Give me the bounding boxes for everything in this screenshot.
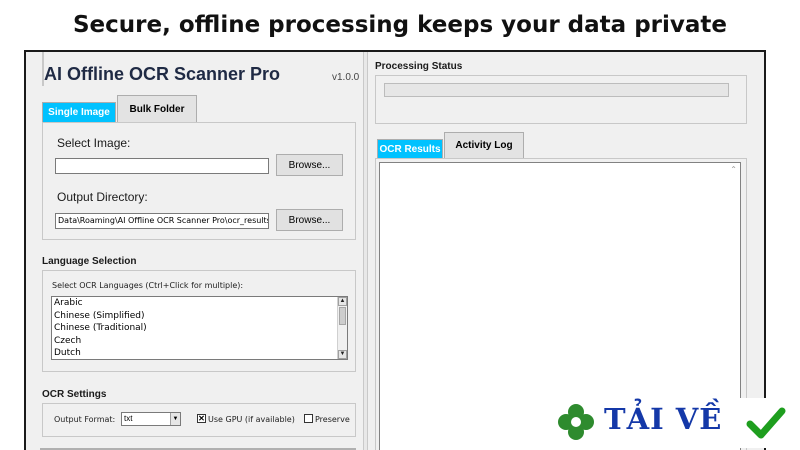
language-listbox[interactable]: Arabic Chinese (Simplified) Chinese (Tra… [51,296,348,360]
download-badge-text: TẢI VỀ [604,402,723,436]
language-option[interactable]: Arabic [52,297,347,310]
app-window: AI Offline OCR Scanner Pro v1.0.0 Single… [24,50,766,450]
tab-activity-log[interactable]: Activity Log [444,132,524,158]
promo-headline: Secure, offline processing keeps your da… [72,12,727,38]
language-instructions: Select OCR Languages (Ctrl+Click for mul… [52,281,244,290]
browse-image-button[interactable]: Browse... [276,154,343,176]
clover-icon [558,404,594,440]
tab-bulk-folder[interactable]: Bulk Folder [117,95,197,122]
scroll-up-icon[interactable]: ▲ [338,297,347,306]
language-option[interactable]: Chinese (Simplified) [52,310,347,323]
output-format-label: Output Format: [54,415,116,424]
select-image-label: Select Image: [57,136,131,150]
language-scrollbar[interactable]: ▲ ▼ [337,297,347,359]
preserve-checkbox[interactable] [304,414,313,423]
select-image-input[interactable] [55,158,269,174]
chevron-up-icon[interactable]: ⌃ [730,165,737,174]
ocr-settings-panel [42,52,44,86]
scroll-thumb[interactable] [339,307,346,325]
output-directory-input[interactable]: Data\Roaming\AI Offline OCR Scanner Pro\… [55,213,269,229]
browse-output-button[interactable]: Browse... [276,209,343,231]
dropdown-arrow-icon[interactable]: ▼ [170,413,180,425]
pane-splitter[interactable] [363,52,368,450]
ocr-settings-title: OCR Settings [42,389,107,400]
tab-single-image[interactable]: Single Image [42,102,116,122]
language-option[interactable]: Chinese (Traditional) [52,322,347,335]
language-section-title: Language Selection [42,256,137,267]
version-label: v1.0.0 [332,72,360,83]
output-format-select[interactable]: txt ▼ [121,412,181,426]
tab-ocr-results[interactable]: OCR Results [377,139,443,158]
output-directory-label: Output Directory: [57,190,148,204]
progress-bar [384,83,729,97]
processing-status-title: Processing Status [375,61,463,72]
app-title: AI Offline OCR Scanner Pro [44,64,281,84]
language-option[interactable]: Dutch [52,347,347,359]
language-option[interactable]: Czech [52,335,347,348]
checkmark-icon [746,407,786,439]
output-format-value: txt [124,414,133,423]
download-badge[interactable]: TẢI VỀ [548,398,794,448]
use-gpu-label: Use GPU (if available) [208,415,295,424]
preserve-label: Preserve [315,415,350,424]
scroll-down-icon[interactable]: ▼ [338,350,347,359]
use-gpu-checkbox[interactable]: ✕ [197,414,206,423]
